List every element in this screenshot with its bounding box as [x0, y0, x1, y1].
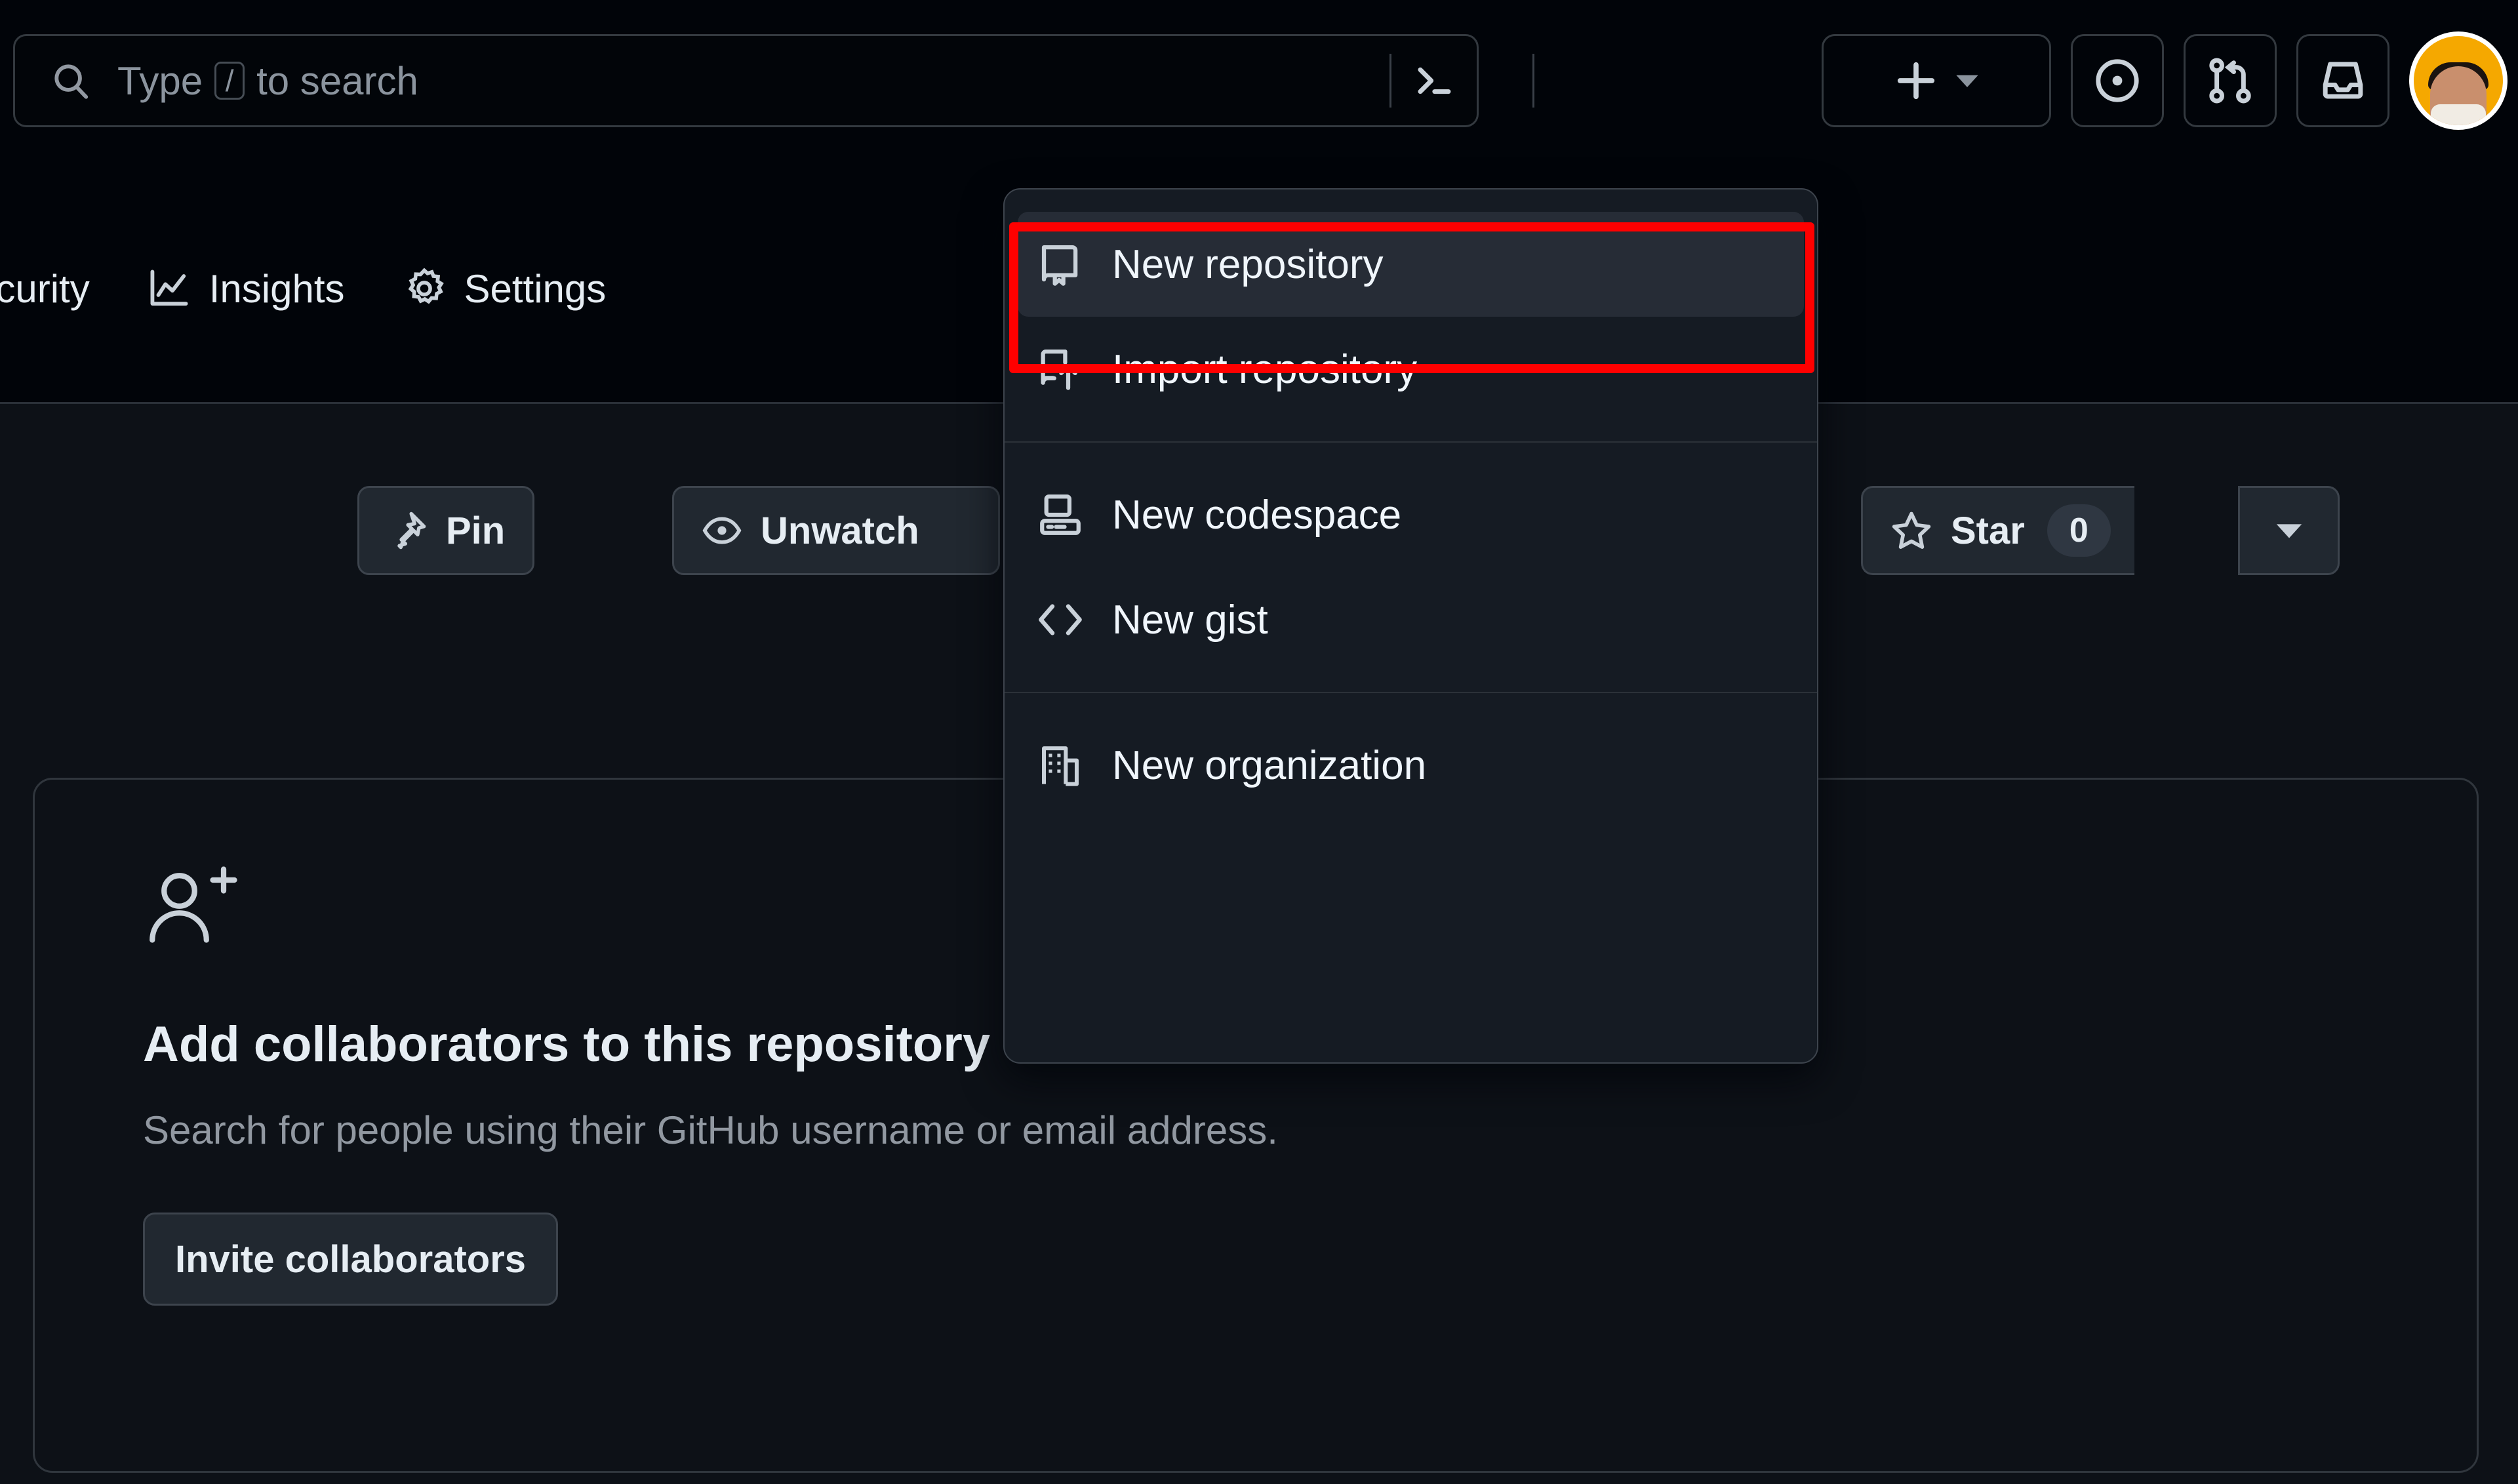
menu-top-spacer [1005, 190, 1817, 212]
pin-button[interactable]: Pin [357, 486, 535, 575]
invite-collaborators-label: Invite collaborators [175, 1237, 527, 1281]
collaborators-subtext: Search for people using their GitHub use… [143, 1108, 1278, 1152]
pin-label: Pin [446, 509, 506, 552]
sidebar-item-insights[interactable]: Insights [119, 249, 374, 328]
unwatch-button[interactable]: Unwatch [672, 486, 1000, 575]
menu-item-new-gist[interactable]: New gist [1018, 567, 1804, 672]
eye-icon [702, 510, 742, 551]
menu-label-new-organization: New organization [1112, 742, 1427, 788]
chevron-down-icon [2274, 515, 2304, 546]
header-top-row: Type / to search [0, 0, 2518, 177]
create-new-dropdown-menu: New repository Import repository New cod… [1003, 188, 1818, 1064]
menu-spacer [1005, 422, 1817, 441]
notifications-button[interactable] [2296, 34, 2389, 127]
header-actions-group [1822, 31, 2508, 130]
search-trailing-group [1389, 36, 1477, 125]
avatar-mask [2431, 104, 2486, 125]
star-button[interactable]: Star 0 [1861, 486, 2134, 575]
nav-label-settings: Settings [464, 266, 607, 311]
pull-requests-button[interactable] [2184, 34, 2277, 127]
invite-collaborators-button[interactable]: Invite collaborators [143, 1213, 559, 1306]
codespaces-icon [1036, 491, 1085, 539]
graph-icon [148, 267, 191, 310]
search-input[interactable]: Type / to search [13, 34, 1479, 127]
terminal-icon[interactable] [1391, 58, 1477, 104]
star-count-badge: 0 [2047, 504, 2111, 557]
menu-item-new-codespace[interactable]: New codespace [1018, 462, 1804, 567]
repository-nav: ecurity Insights Settings [0, 230, 635, 348]
create-new-button[interactable] [1822, 34, 2051, 127]
plus-icon [1892, 57, 1940, 104]
star-icon [1890, 510, 1932, 551]
issue-opened-icon [2093, 56, 2142, 105]
search-placeholder-text: Type / to search [117, 58, 418, 104]
menu-spacer [1005, 672, 1817, 692]
header-vertical-divider [1532, 54, 1534, 108]
menu-label-new-gist: New gist [1112, 597, 1268, 643]
search-placeholder-prefix: Type [117, 58, 203, 103]
menu-item-new-organization[interactable]: New organization [1018, 713, 1804, 818]
search-placeholder-suffix: to search [256, 58, 418, 103]
slash-key-badge: / [214, 62, 245, 100]
nav-label-insights: Insights [209, 266, 345, 311]
repo-push-icon [1036, 345, 1085, 393]
menu-label-new-repository: New repository [1112, 241, 1384, 287]
star-label: Star [1951, 509, 2025, 552]
sidebar-item-settings[interactable]: Settings [374, 249, 635, 328]
nav-label-security: ecurity [0, 266, 90, 311]
organization-icon [1036, 741, 1085, 790]
unwatch-label: Unwatch [761, 509, 919, 552]
pin-icon [387, 510, 428, 551]
menu-spacer [1005, 693, 1817, 713]
person-add-icon [143, 858, 241, 957]
page-title: Add collaborators to this repository [143, 1016, 991, 1072]
menu-label-import-repository: Import repository [1112, 346, 1418, 392]
inbox-icon [2319, 56, 2367, 105]
repo-icon [1036, 240, 1085, 289]
chevron-down-icon [1954, 68, 1980, 94]
star-dropdown-button[interactable] [2238, 486, 2340, 575]
menu-item-new-repository[interactable]: New repository [1018, 212, 1804, 317]
issues-button[interactable] [2071, 34, 2164, 127]
menu-spacer [1005, 443, 1817, 462]
gear-icon [403, 267, 446, 310]
menu-item-import-repository[interactable]: Import repository [1018, 317, 1804, 422]
avatar[interactable] [2409, 31, 2508, 130]
git-pull-request-icon [2206, 56, 2254, 105]
sidebar-item-security[interactable]: ecurity [0, 249, 119, 328]
search-icon [49, 59, 92, 102]
code-icon [1036, 595, 1085, 644]
menu-label-new-codespace: New codespace [1112, 492, 1402, 538]
